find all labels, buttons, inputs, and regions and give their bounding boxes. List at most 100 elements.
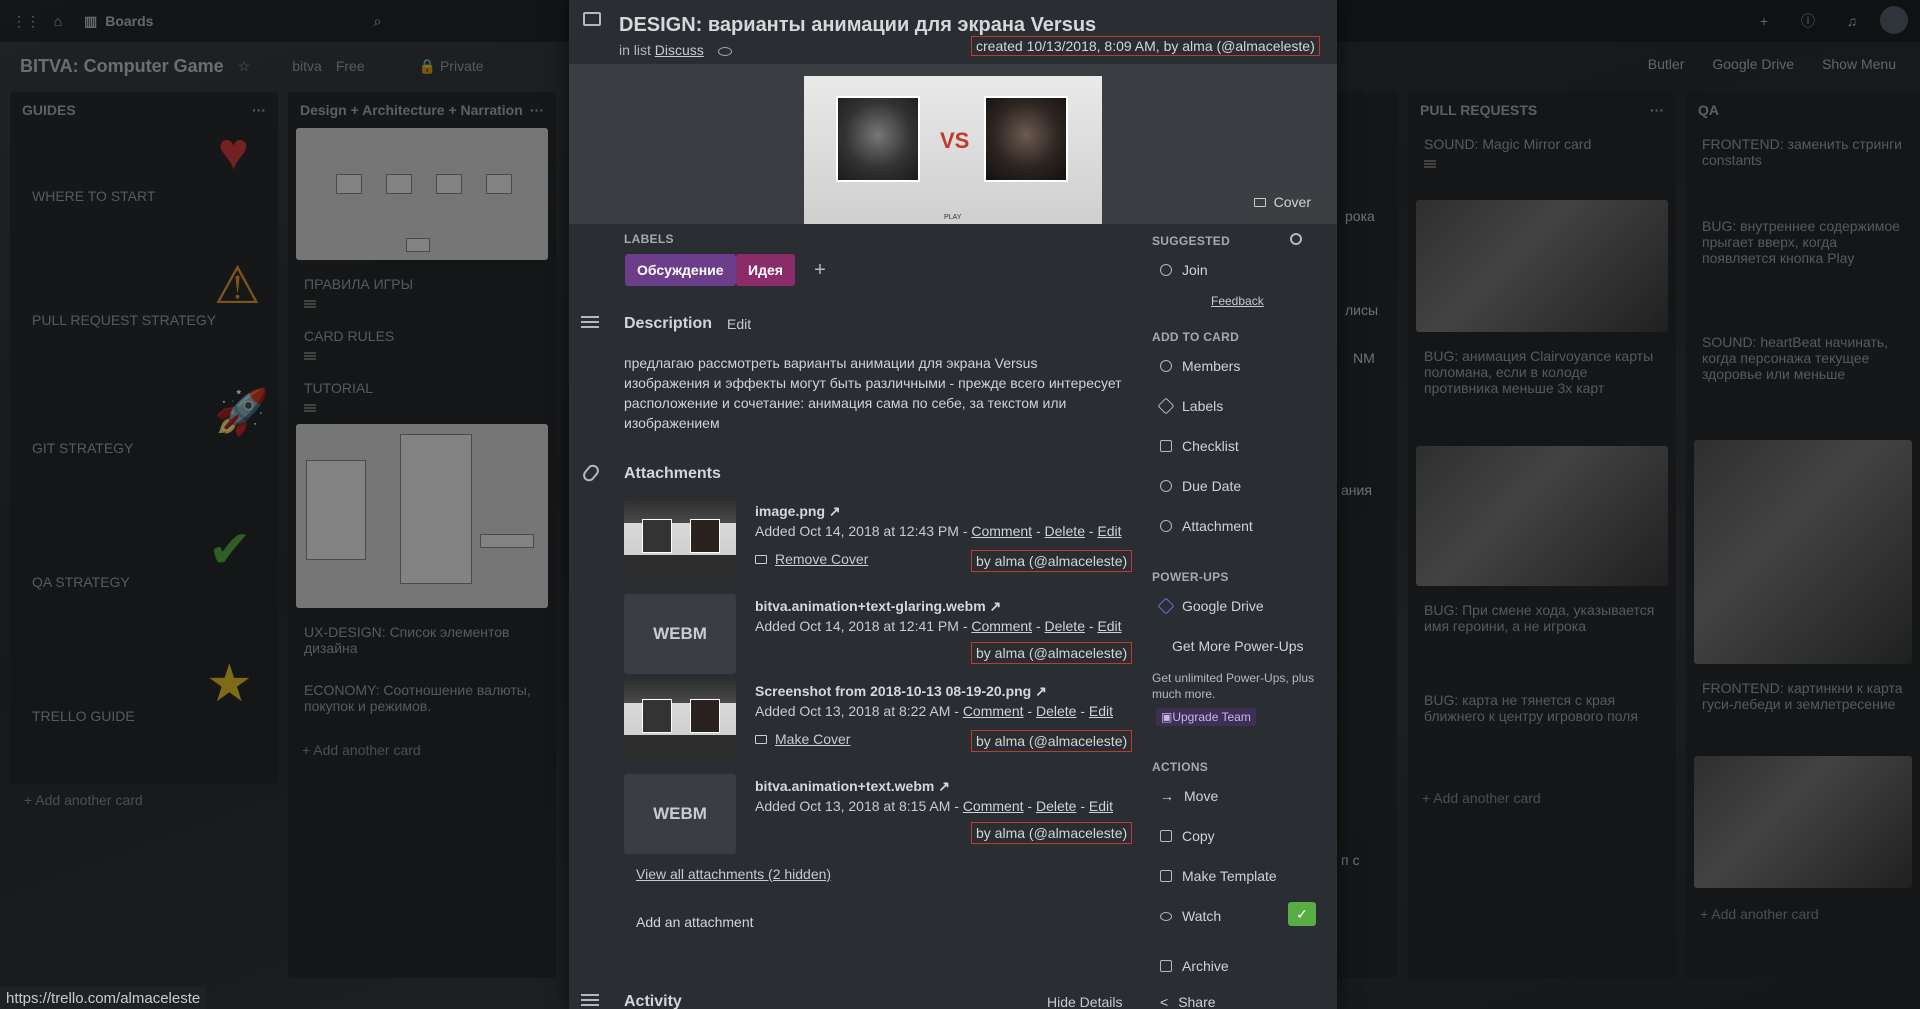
attachment-delete-link[interactable]: Delete (1045, 618, 1085, 634)
card-icon (583, 12, 601, 26)
get-more-power-ups-button[interactable]: Get More Power-Ups (1152, 630, 1320, 662)
add-label-button[interactable]: + (806, 256, 834, 284)
external-link-icon[interactable]: ↗ (829, 503, 841, 519)
attachment-delete-link[interactable]: Delete (1036, 798, 1076, 814)
share-icon: < (1160, 994, 1169, 1009)
label-chip[interactable]: Обсуждение (625, 254, 736, 286)
status-url: https://trello.com/almaceleste (0, 987, 207, 1009)
watch-check-icon: ✓ (1288, 902, 1316, 926)
labels-button[interactable]: Labels (1152, 390, 1320, 422)
arrow-right-icon: → (1160, 788, 1174, 804)
copy-icon (1160, 830, 1172, 842)
clock-icon (1160, 480, 1172, 492)
attachment-name[interactable]: bitva.animation+text.webm ↗ (755, 778, 950, 795)
cover-button[interactable]: Cover (1241, 186, 1323, 218)
feedback-link[interactable]: Feedback (1211, 294, 1264, 308)
gear-icon[interactable] (1290, 233, 1302, 245)
external-link-icon[interactable]: ↗ (1035, 683, 1047, 699)
make-cover-link[interactable]: Make Cover (755, 731, 850, 747)
members-button[interactable]: Members (1152, 350, 1320, 382)
attachment-item: Screenshot from 2018-10-13 08-19-20.png … (624, 679, 1144, 763)
attachment-item: image.png ↗ Added Oct 14, 2018 at 12:43 … (624, 499, 1144, 583)
share-button[interactable]: < Share (1152, 986, 1320, 1009)
archive-icon (1160, 960, 1172, 972)
attachment-name[interactable]: image.png ↗ (755, 503, 841, 520)
list-link[interactable]: Discuss (655, 42, 704, 58)
card-header: DESIGN: варианты анимации для экрана Ver… (569, 0, 1337, 64)
created-info: created 10/13/2018, 8:09 AM, by alma (@a… (971, 36, 1320, 56)
attachment-thumbnail[interactable] (624, 679, 736, 759)
attachment-item: WEBM bitva.animation+text.webm ↗ Added O… (624, 774, 1144, 858)
join-button[interactable]: Join (1152, 254, 1320, 286)
attachment-meta: Added Oct 13, 2018 at 8:15 AM - Comment … (755, 798, 1113, 814)
remove-cover-link[interactable]: Remove Cover (755, 551, 868, 567)
attachment-button[interactable]: Attachment (1152, 510, 1320, 542)
make-template-button[interactable]: Make Template (1152, 860, 1320, 892)
cover-icon (755, 554, 767, 564)
cover-portrait-left (836, 96, 920, 182)
activity-heading: Activity (624, 993, 682, 1009)
attachment-comment-link[interactable]: Comment (971, 523, 1032, 539)
card-list-info: in list Discuss (619, 42, 732, 58)
eye-icon (1160, 911, 1172, 921)
person-icon (1160, 264, 1172, 276)
description-icon (581, 316, 599, 318)
upgrade-team-button[interactable]: ▣ Upgrade Team (1156, 708, 1256, 726)
card-title[interactable]: DESIGN: варианты анимации для экрана Ver… (619, 14, 1096, 37)
checklist-button[interactable]: Checklist (1152, 430, 1320, 462)
power-ups-heading: POWER-UPS (1152, 570, 1229, 584)
tag-icon (1157, 397, 1175, 415)
cover-image[interactable]: VS PLAY (804, 76, 1102, 224)
google-drive-icon (1157, 597, 1175, 615)
attachments-heading: Attachments (624, 465, 721, 482)
person-icon (1160, 360, 1172, 372)
attachment-author: by alma (@almaceleste) (971, 550, 1133, 572)
paperclip-icon (580, 462, 602, 484)
view-all-attachments-link[interactable]: View all attachments (2 hidden) (636, 866, 831, 882)
attachment-meta: Added Oct 13, 2018 at 8:22 AM - Comment … (755, 703, 1113, 719)
activity-icon (581, 994, 599, 996)
attachment-edit-link[interactable]: Edit (1097, 618, 1121, 634)
copy-button[interactable]: Copy (1152, 820, 1320, 852)
attachment-delete-link[interactable]: Delete (1045, 523, 1085, 539)
attachment-thumbnail[interactable]: WEBM (624, 774, 736, 854)
cover-play-mark: PLAY (944, 214, 962, 221)
cover-vs-mark: VS (940, 128, 970, 153)
power-ups-promo: Get unlimited Power-Ups, plus much more. (1152, 671, 1315, 701)
move-button[interactable]: → Move (1152, 780, 1320, 812)
external-link-icon[interactable]: ↗ (938, 778, 950, 794)
attachment-comment-link[interactable]: Comment (971, 618, 1032, 634)
eye-icon (717, 46, 732, 56)
attachment-edit-link[interactable]: Edit (1097, 523, 1121, 539)
attachment-name[interactable]: Screenshot from 2018-10-13 08-19-20.png … (755, 683, 1047, 700)
paperclip-icon (1157, 517, 1175, 535)
description-heading: Description (624, 315, 713, 332)
checkbox-icon (1160, 440, 1172, 452)
add-attachment-button[interactable]: Add an attachment (636, 914, 754, 930)
attachment-comment-link[interactable]: Comment (963, 703, 1024, 719)
external-link-icon[interactable]: ↗ (990, 598, 1002, 614)
due-date-button[interactable]: Due Date (1152, 470, 1320, 502)
suggested-heading: SUGGESTED (1152, 234, 1231, 248)
attachment-edit-link[interactable]: Edit (1089, 798, 1113, 814)
hide-details-button[interactable]: Hide Details (1047, 994, 1122, 1009)
attachment-item: WEBM bitva.animation+text-glaring.webm ↗… (624, 594, 1144, 678)
card-cover-area: VS PLAY Cover (569, 64, 1337, 224)
attachment-thumbnail[interactable] (624, 499, 736, 579)
attachment-name[interactable]: bitva.animation+text-glaring.webm ↗ (755, 598, 1001, 615)
archive-button[interactable]: Archive (1152, 950, 1320, 982)
attachment-thumbnail[interactable]: WEBM (624, 594, 736, 674)
attachment-comment-link[interactable]: Comment (963, 798, 1024, 814)
attachment-meta: Added Oct 14, 2018 at 12:43 PM - Comment… (755, 523, 1122, 539)
attachment-delete-link[interactable]: Delete (1036, 703, 1076, 719)
label-chip[interactable]: Идея (736, 254, 795, 286)
labels-heading: LABELS (624, 232, 674, 246)
actions-heading: ACTIONS (1152, 760, 1209, 774)
description-edit-button[interactable]: Edit (727, 316, 751, 332)
description-text[interactable]: предлагаю рассмотреть варианты анимации … (624, 353, 1134, 433)
cover-portrait-right (984, 96, 1068, 182)
google-drive-button[interactable]: Google Drive (1152, 590, 1320, 622)
attachment-author: by alma (@almaceleste) (971, 642, 1133, 664)
attachment-edit-link[interactable]: Edit (1089, 703, 1113, 719)
cover-icon (755, 734, 767, 744)
